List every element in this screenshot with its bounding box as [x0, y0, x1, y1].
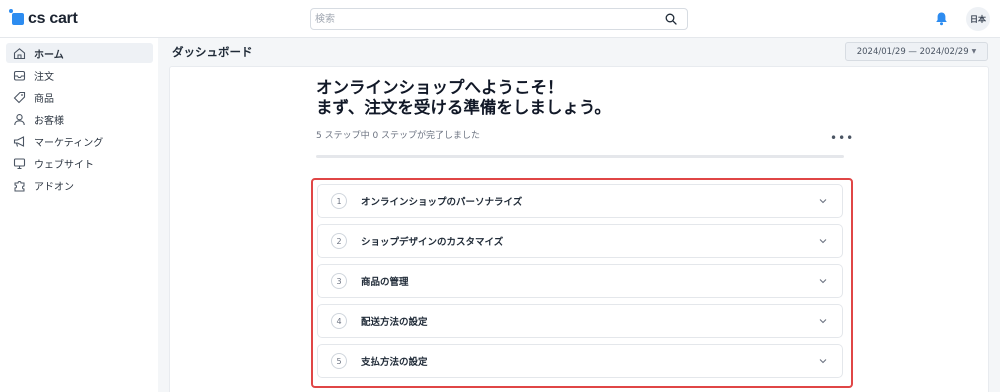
step-label: ショップデザインのカスタマイズ — [361, 237, 504, 248]
sidebar-item-label: ホーム — [34, 49, 64, 61]
page-title: ダッシュボード — [172, 45, 253, 59]
progress-text: 5 ステップ中 0 ステップが完了しました — [316, 131, 481, 141]
chevron-down-icon[interactable] — [818, 316, 828, 326]
logo[interactable]: cs cart — [9, 9, 78, 29]
step-personalize-shop[interactable]: 1 オンラインショップのパーソナライズ — [317, 184, 843, 218]
sidebar: ホーム 注文 商品 お客様 マーケティング ウェブサイト アドオン — [0, 38, 158, 392]
puzzle-icon — [12, 178, 26, 192]
date-range-picker[interactable]: 2024/01/29 — 2024/02/29 ▼ — [845, 42, 988, 61]
welcome-title-line2: まず、注文を受ける準備をしましょう。 — [316, 98, 611, 117]
logo-text: cs cart — [28, 10, 78, 27]
sidebar-item-label: ウェブサイト — [34, 159, 94, 171]
sidebar-item-marketing[interactable]: マーケティング — [6, 131, 153, 151]
chevron-down-icon[interactable] — [818, 276, 828, 286]
sidebar-item-label: 注文 — [34, 71, 54, 83]
step-number: 2 — [331, 233, 347, 249]
inbox-icon — [12, 68, 26, 82]
step-number: 1 — [331, 193, 347, 209]
sidebar-item-home[interactable]: ホーム — [6, 43, 153, 63]
chevron-down-icon[interactable] — [818, 196, 828, 206]
step-manage-products[interactable]: 3 商品の管理 — [317, 264, 843, 298]
language-badge[interactable]: 日本 — [966, 7, 990, 31]
megaphone-icon — [12, 134, 26, 148]
welcome-title-line1: オンラインショップへようこそ！ — [316, 78, 564, 97]
step-label: 配送方法の設定 — [361, 317, 428, 328]
step-label: 支払方法の設定 — [361, 357, 428, 368]
welcome-title: オンラインショップへようこそ！ まず、注文を受ける準備をしましょう。 — [316, 78, 796, 118]
logo-mark-icon — [9, 9, 24, 25]
step-number: 5 — [331, 353, 347, 369]
step-customize-design[interactable]: 2 ショップデザインのカスタマイズ — [317, 224, 843, 258]
sidebar-item-website[interactable]: ウェブサイト — [6, 153, 153, 173]
step-label: 商品の管理 — [361, 277, 409, 288]
more-options-icon[interactable]: ••• — [830, 131, 854, 145]
step-payment-methods[interactable]: 5 支払方法の設定 — [317, 344, 843, 378]
user-icon — [12, 112, 26, 126]
search-icon[interactable] — [665, 13, 677, 25]
progress-bar — [316, 155, 844, 158]
search-box[interactable] — [310, 8, 688, 30]
sidebar-item-label: 商品 — [34, 93, 54, 105]
sidebar-item-label: お客様 — [34, 115, 64, 127]
step-number: 4 — [331, 313, 347, 329]
bell-icon[interactable] — [935, 11, 948, 26]
step-label: オンラインショップのパーソナライズ — [361, 197, 523, 208]
monitor-icon — [12, 156, 26, 170]
sidebar-item-products[interactable]: 商品 — [6, 87, 153, 107]
top-bar: cs cart 日本 — [0, 0, 1000, 38]
sidebar-item-customers[interactable]: お客様 — [6, 109, 153, 129]
sidebar-item-label: マーケティング — [34, 137, 104, 149]
chevron-down-icon[interactable] — [818, 236, 828, 246]
step-number: 3 — [331, 273, 347, 289]
caret-down-icon: ▼ — [971, 48, 977, 55]
search-input[interactable] — [315, 11, 655, 27]
date-range-label: 2024/01/29 — 2024/02/29 — [856, 46, 969, 57]
chevron-down-icon[interactable] — [818, 356, 828, 366]
sidebar-item-addons[interactable]: アドオン — [6, 175, 153, 195]
home-icon — [12, 46, 26, 60]
sidebar-item-orders[interactable]: 注文 — [6, 65, 153, 85]
sidebar-item-label: アドオン — [34, 181, 74, 193]
tag-icon — [12, 90, 26, 104]
step-shipping-methods[interactable]: 4 配送方法の設定 — [317, 304, 843, 338]
